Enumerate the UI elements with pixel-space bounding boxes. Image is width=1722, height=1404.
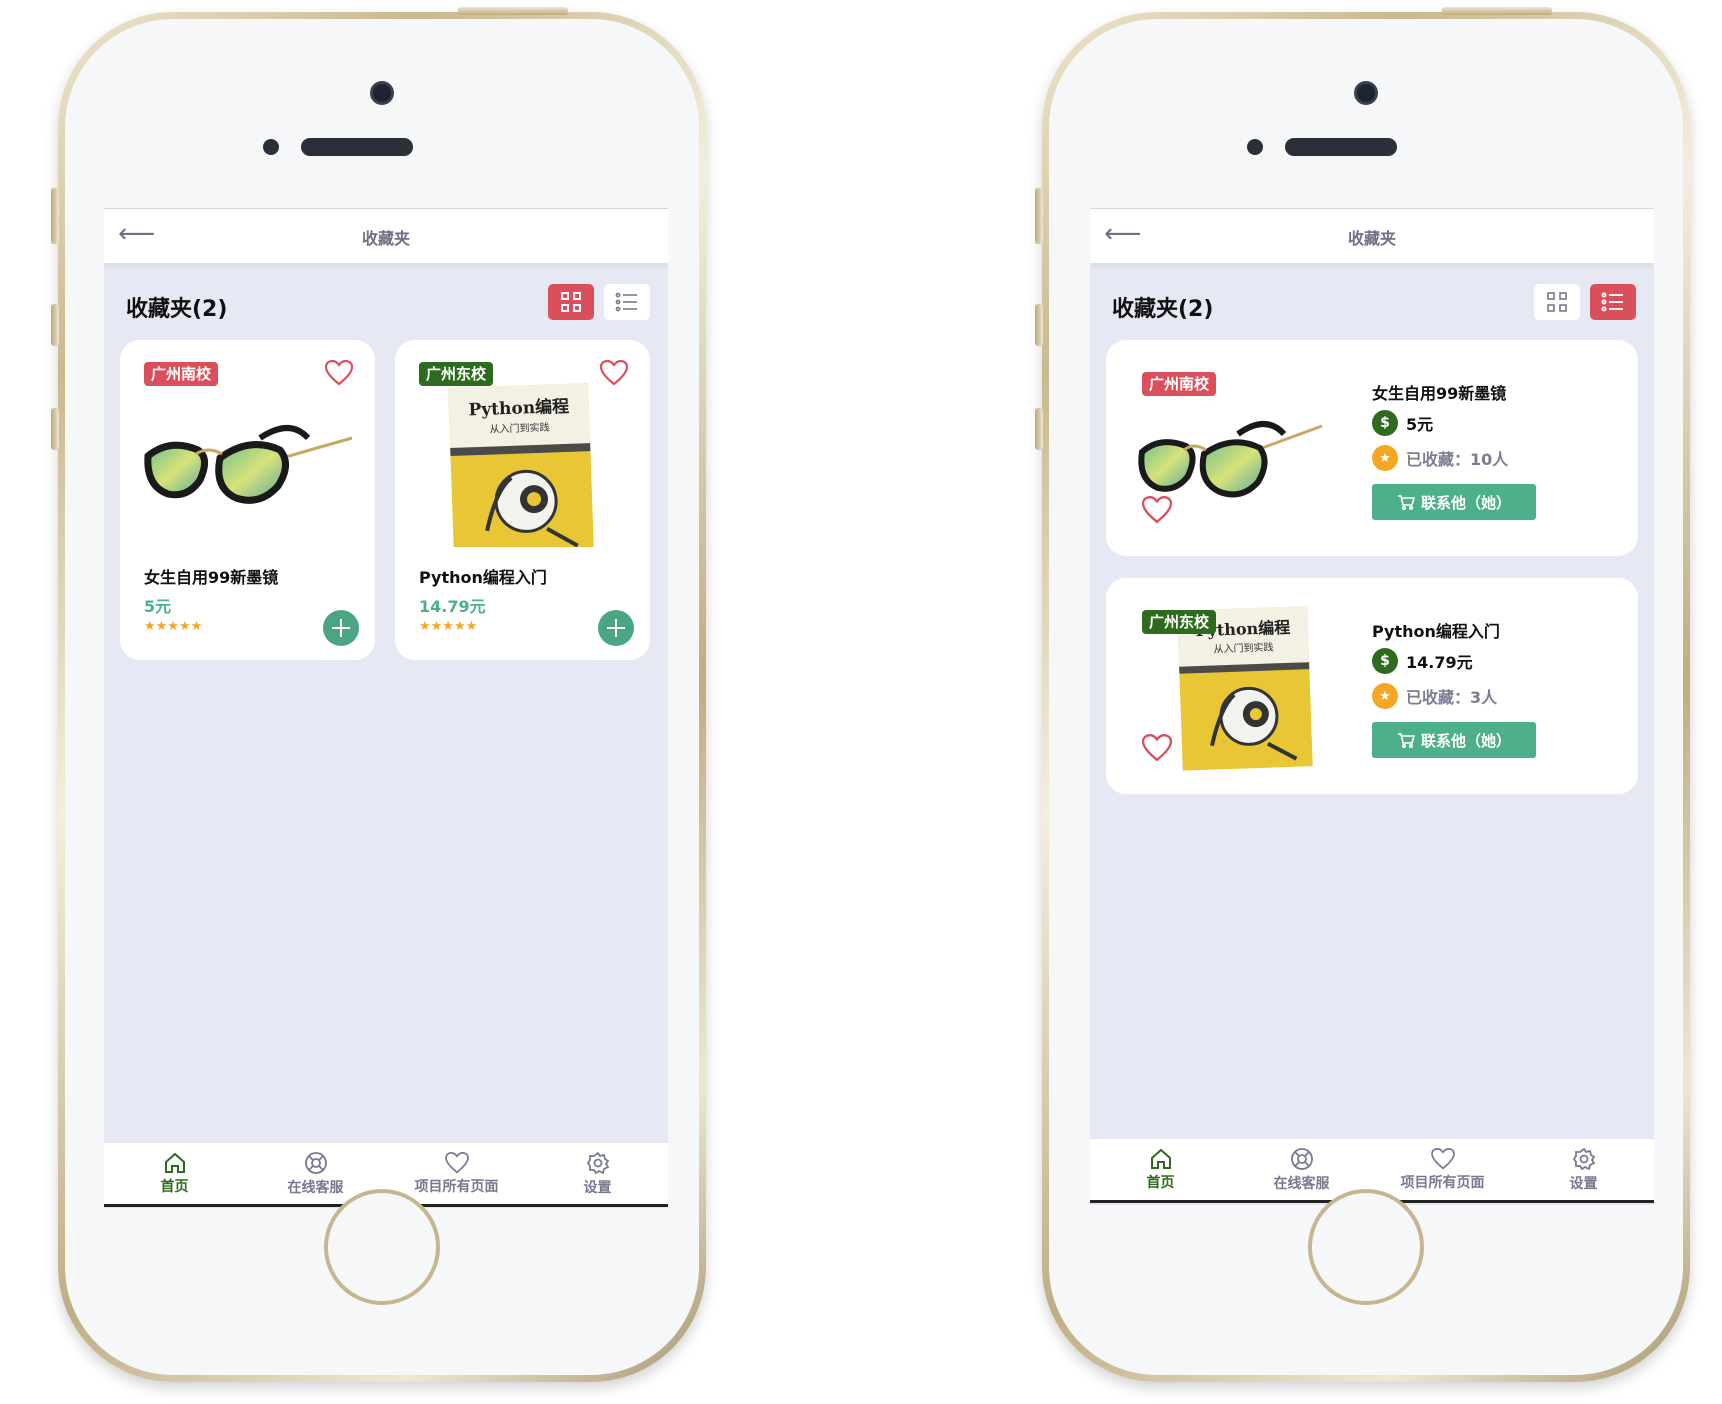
plus-icon <box>332 619 350 637</box>
heart-icon[interactable] <box>1142 734 1172 762</box>
speaker <box>1285 138 1397 156</box>
speaker <box>301 138 413 156</box>
app-screen: ⟵ 收藏夹 收藏夹(2) 广州南校 女生自用99新墨镜 $ 5元 ★ 已收藏：1… <box>1090 208 1654 1205</box>
product-title: Python编程入门 <box>1372 622 1500 641</box>
product-price: 5元 <box>144 597 172 616</box>
home-button[interactable] <box>1308 1189 1424 1305</box>
favorites-row: ★ 已收藏：3人 <box>1372 683 1497 709</box>
plus-icon <box>607 619 625 637</box>
tab-label: 设置 <box>1569 1175 1598 1192</box>
product-title: 女生自用99新墨镜 <box>144 568 279 587</box>
app-screen: ⟵ 收藏夹 收藏夹(2) 广州南校 女生自用99新墨镜 5元 ★★★★★ Pyt… <box>104 208 668 1208</box>
navbar: ⟵ 收藏夹 <box>1090 209 1654 263</box>
product-image-sunglasses <box>144 425 353 504</box>
list-view-button[interactable] <box>1590 284 1636 320</box>
list-icon <box>1601 292 1623 312</box>
product-price: 5元 <box>1406 415 1434 434</box>
grid-view-button[interactable] <box>1534 284 1580 320</box>
favorites-count: 已收藏：10人 <box>1406 450 1509 469</box>
list-icon <box>615 292 637 312</box>
page-title: 收藏夹 <box>1347 229 1396 248</box>
rating-stars: ★★★★★ <box>419 619 478 634</box>
heart-icon[interactable] <box>600 360 628 386</box>
campus-badge: 广州东校 <box>1142 610 1217 634</box>
star-icon: ★ <box>1372 445 1398 471</box>
product-list-item[interactable]: Python编程 从入门到实践 广州东校 Python编程入门 $ 14.79元… <box>1106 578 1638 794</box>
lifebuoy-icon <box>1290 1147 1313 1170</box>
tab-home[interactable]: 首页 <box>104 1143 245 1204</box>
grid-icon <box>561 292 581 312</box>
tab-label: 项目所有页面 <box>1400 1174 1485 1191</box>
favorites-row: ★ 已收藏：10人 <box>1372 445 1508 471</box>
heart-icon[interactable] <box>1142 496 1172 524</box>
phone-frame-left: ⟵ 收藏夹 收藏夹(2) 广州南校 女生自用99新墨镜 5元 ★★★★★ Pyt… <box>51 7 706 1382</box>
star-icon: ★ <box>1372 683 1398 709</box>
contact-seller-button[interactable]: 联系他（她） <box>1372 722 1536 758</box>
product-card[interactable]: Python编程 从入门到实践 广州东校 Python编程入门 14.79元 ★… <box>395 340 650 660</box>
product-title: Python编程入门 <box>419 568 547 587</box>
product-price: 14.79元 <box>419 597 486 616</box>
camera <box>1354 81 1378 105</box>
dollar-icon: $ <box>1372 648 1398 674</box>
tab-label: 项目所有页面 <box>414 1178 499 1195</box>
price-row: $ 14.79元 <box>1372 648 1473 674</box>
tab-label: 在线客服 <box>1273 1175 1330 1192</box>
tab-all-pages[interactable]: 项目所有页面 <box>1372 1139 1513 1200</box>
add-button[interactable] <box>598 610 634 646</box>
add-button[interactable] <box>323 610 359 646</box>
cart-icon <box>1397 495 1415 510</box>
product-price: 14.79元 <box>1406 653 1473 672</box>
product-list-item[interactable]: 广州南校 女生自用99新墨镜 $ 5元 ★ 已收藏：10人 联系他（她） <box>1106 340 1638 556</box>
tab-settings[interactable]: 设置 <box>527 1143 668 1204</box>
home-icon <box>1150 1148 1171 1169</box>
campus-badge: 广州东校 <box>419 362 494 386</box>
sensor <box>1247 139 1263 155</box>
favorites-count: 已收藏：3人 <box>1406 688 1498 707</box>
navbar: ⟵ 收藏夹 <box>104 209 668 263</box>
tab-home[interactable]: 首页 <box>1090 1139 1231 1200</box>
sensor <box>263 139 279 155</box>
tab-settings[interactable]: 设置 <box>1513 1139 1654 1200</box>
campus-badge: 广州南校 <box>1142 372 1217 396</box>
home-icon <box>164 1152 185 1173</box>
campus-badge: 广州南校 <box>144 362 219 386</box>
tab-label: 在线客服 <box>287 1179 344 1196</box>
svg-text:Python编程: Python编程 <box>468 396 569 420</box>
favorites-heading: 收藏夹(2) <box>126 297 228 322</box>
dollar-icon: $ <box>1372 410 1398 436</box>
cart-icon <box>1397 733 1415 748</box>
product-card[interactable]: 广州南校 女生自用99新墨镜 5元 ★★★★★ <box>120 340 375 660</box>
tab-label: 首页 <box>1146 1174 1175 1191</box>
price-row: $ 5元 <box>1372 410 1433 436</box>
contact-label: 联系他（她） <box>1420 493 1511 512</box>
grid-icon <box>1547 292 1567 312</box>
heart-icon[interactable] <box>325 360 353 386</box>
favorites-heading: 收藏夹(2) <box>1112 297 1214 322</box>
contact-label: 联系他（她） <box>1420 731 1511 750</box>
tab-label: 设置 <box>583 1179 612 1196</box>
lifebuoy-icon <box>304 1151 327 1174</box>
contact-seller-button[interactable]: 联系他（她） <box>1372 484 1536 520</box>
product-title: 女生自用99新墨镜 <box>1372 384 1507 403</box>
camera <box>370 81 394 105</box>
page-title: 收藏夹 <box>361 229 410 248</box>
tab-label: 首页 <box>160 1178 189 1195</box>
gear-icon <box>1572 1147 1595 1170</box>
heart-icon <box>1430 1147 1455 1169</box>
product-image-python-book: Python编程 从入门到实践 <box>448 383 594 547</box>
list-view-button[interactable] <box>604 284 650 320</box>
rating-stars: ★★★★★ <box>144 619 203 634</box>
heart-icon <box>444 1151 469 1173</box>
gear-icon <box>586 1151 609 1174</box>
grid-view-button[interactable] <box>548 284 594 320</box>
home-button[interactable] <box>324 1189 440 1305</box>
phone-frame-right: ⟵ 收藏夹 收藏夹(2) 广州南校 女生自用99新墨镜 $ 5元 ★ 已收藏：1… <box>1035 7 1690 1382</box>
